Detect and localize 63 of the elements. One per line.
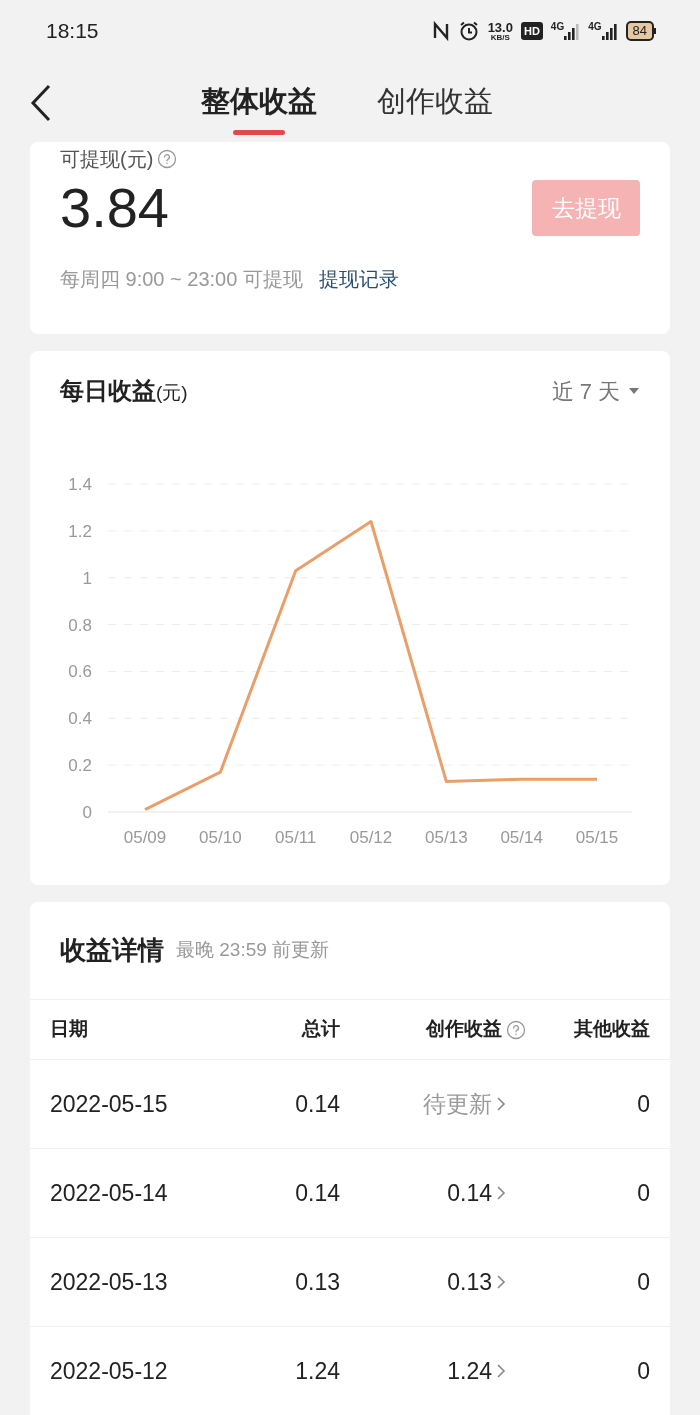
signal-icon (601, 22, 618, 40)
other-cell-text: 0 (636, 1178, 650, 1208)
total-cell-text: 0.14 (294, 1178, 340, 1208)
chevron-right-icon (496, 1096, 506, 1112)
help-icon[interactable] (157, 149, 178, 169)
x-tick-label: 05/14 (500, 828, 543, 847)
column-header: 总计 (300, 1017, 340, 1042)
battery-level: 84 (625, 21, 654, 41)
hd-badge: HD (520, 22, 543, 40)
balance-amount: 3.84 (60, 180, 169, 236)
back-icon[interactable] (30, 84, 52, 122)
withdraw-record-link[interactable]: 提现记录 (318, 264, 399, 294)
network-type: 4G (550, 22, 565, 32)
y-tick-label: 0 (82, 803, 92, 822)
unit-label: (元) (156, 382, 188, 405)
speed-unit: KB/S (490, 33, 510, 42)
daily-title: 每日收益 (60, 376, 156, 406)
chevron-right-icon (496, 1185, 506, 1201)
balance-label: 可提现(元) (60, 147, 154, 172)
y-tick-label: 0.8 (68, 615, 92, 635)
y-tick-label: 1.4 (68, 475, 92, 494)
column-header: 创作收益 (426, 1017, 502, 1042)
y-tick-label: 1.2 (68, 521, 92, 541)
details-title: 收益详情 (60, 934, 164, 967)
total-cell-text: 0.14 (294, 1089, 340, 1119)
column-header: 其他收益 (573, 1017, 650, 1042)
other-cell-text: 0 (636, 1267, 650, 1297)
y-tick-label: 0.4 (68, 709, 92, 729)
creation-cell[interactable]: 1.24 (447, 1353, 492, 1389)
caret-down-icon (628, 387, 640, 395)
date-cell-text: 2022-05-15 (50, 1089, 169, 1119)
y-tick-label: 1 (82, 568, 92, 588)
tab[interactable]: 整体收益 (201, 81, 317, 135)
withdraw-schedule: 每周四 9:00 ~ 23:00 可提现 (60, 267, 303, 292)
x-tick-label: 05/13 (425, 828, 468, 847)
x-tick-label: 05/12 (349, 828, 393, 847)
y-tick-label: 0.6 (68, 662, 92, 682)
x-tick-label: 05/11 (275, 828, 317, 847)
x-tick-label: 05/09 (123, 828, 167, 847)
column-header: 日期 (50, 1017, 89, 1042)
creation-cell[interactable]: 0.14 (447, 1175, 492, 1211)
help-icon[interactable] (506, 1019, 526, 1040)
chevron-right-icon (496, 1363, 506, 1379)
range-dropdown[interactable]: 近 7 天 (551, 374, 640, 408)
update-note: 最晚 23:59 前更新 (176, 938, 330, 963)
other-cell-text: 0 (636, 1356, 650, 1386)
nfc-icon (431, 21, 450, 41)
date-cell-text: 2022-05-12 (50, 1356, 169, 1386)
x-tick-label: 05/10 (199, 828, 242, 847)
tab[interactable]: 创作收益 (377, 81, 493, 135)
y-tick-label: 0.2 (68, 756, 92, 776)
date-cell-text: 2022-05-14 (50, 1178, 169, 1208)
status-time: 18:15 (46, 18, 99, 45)
other-cell-text: 0 (636, 1089, 650, 1119)
total-cell-text: 1.24 (294, 1356, 340, 1386)
x-tick-label: 05/15 (575, 828, 619, 847)
network-speed: 13.0 (487, 20, 513, 34)
total-cell-text: 0.13 (294, 1267, 340, 1297)
date-cell-text: 2022-05-13 (50, 1267, 169, 1297)
signal-icon (564, 22, 581, 40)
chevron-right-icon (496, 1274, 506, 1290)
creation-cell[interactable]: 0.13 (447, 1264, 492, 1300)
network-type: 4G (588, 22, 602, 32)
